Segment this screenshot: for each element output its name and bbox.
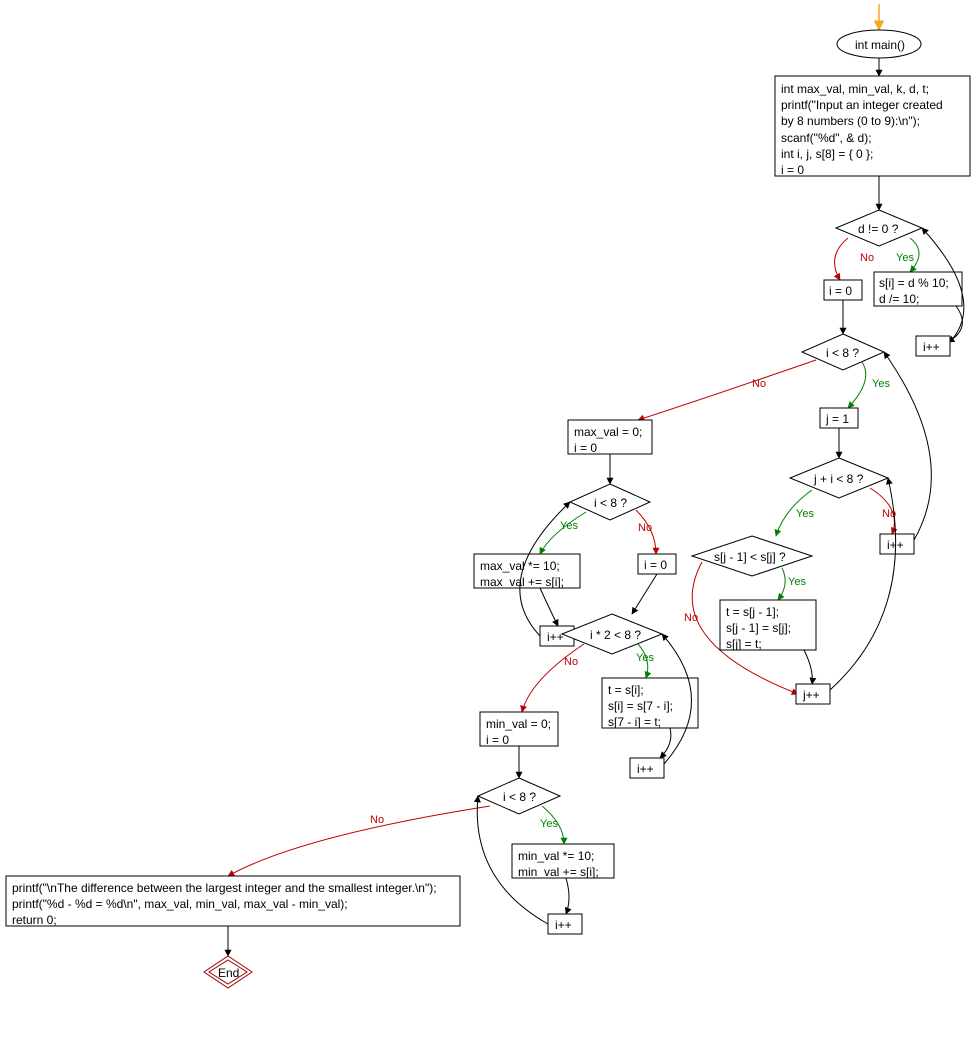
label-ji8-yes: Yes [796,508,814,520]
node-ipp-3: i++ [547,629,564,645]
node-init: int max_val, min_val, k, d, t; printf("I… [781,81,943,178]
node-ipp-1: i++ [923,339,940,355]
label-i8a-no: No [752,378,766,390]
node-set-maxval: max_val = 0; i = 0 [574,424,642,456]
label-i2-yes: Yes [636,652,654,664]
label-cond-d-no: No [860,252,874,264]
node-cond-i-lt-8a: i < 8 ? [826,345,859,361]
label-sj-yes: Yes [788,576,806,588]
label-i8b-yes: Yes [560,520,578,532]
node-cond-d: d != 0 ? [858,221,898,237]
node-set-minval: min_val = 0; i = 0 [486,716,551,748]
label-i8c-no: No [370,814,384,826]
node-jpp: j++ [803,687,820,703]
label-sj-no: No [684,612,698,624]
node-minval-ops: min_val *= 10; min_val += s[i]; [518,848,599,880]
node-digit-extract: s[i] = d % 10; d /= 10; [879,275,949,307]
node-j-eq-1: j = 1 [826,411,849,427]
node-cond-j-i-lt-8: j + i < 8 ? [814,471,863,487]
node-end: End [218,965,239,981]
label-ji8-no: No [882,508,896,520]
label-i8c-yes: Yes [540,818,558,830]
label-i2-no: No [564,656,578,668]
node-main: int main() [855,37,905,53]
label-i8a-yes: Yes [872,378,890,390]
node-swap-s: t = s[j - 1]; s[j - 1] = s[j]; s[j] = t; [726,604,791,653]
node-cond-sj: s[j - 1] < s[j] ? [714,549,786,565]
label-cond-d-yes: Yes [896,252,914,264]
node-cond-i-lt-8b: i < 8 ? [594,495,627,511]
label-i8b-no: No [638,522,652,534]
node-cond-i2-lt-8: i * 2 < 8 ? [590,627,641,643]
node-ipp-4: i++ [637,761,654,777]
node-final: printf("\nThe difference between the lar… [12,880,437,929]
node-ipp-2: i++ [887,537,904,553]
node-i-eq-0-2: i = 0 [644,557,667,573]
node-maxval-ops: max_val *= 10; max_val += s[i]; [480,558,564,590]
node-cond-i-lt-8c: i < 8 ? [503,789,536,805]
node-swap-halves: t = s[i]; s[i] = s[7 - i]; s[7 - i] = t; [608,682,673,731]
node-i-eq-0: i = 0 [829,283,852,299]
node-ipp-5: i++ [555,917,572,933]
